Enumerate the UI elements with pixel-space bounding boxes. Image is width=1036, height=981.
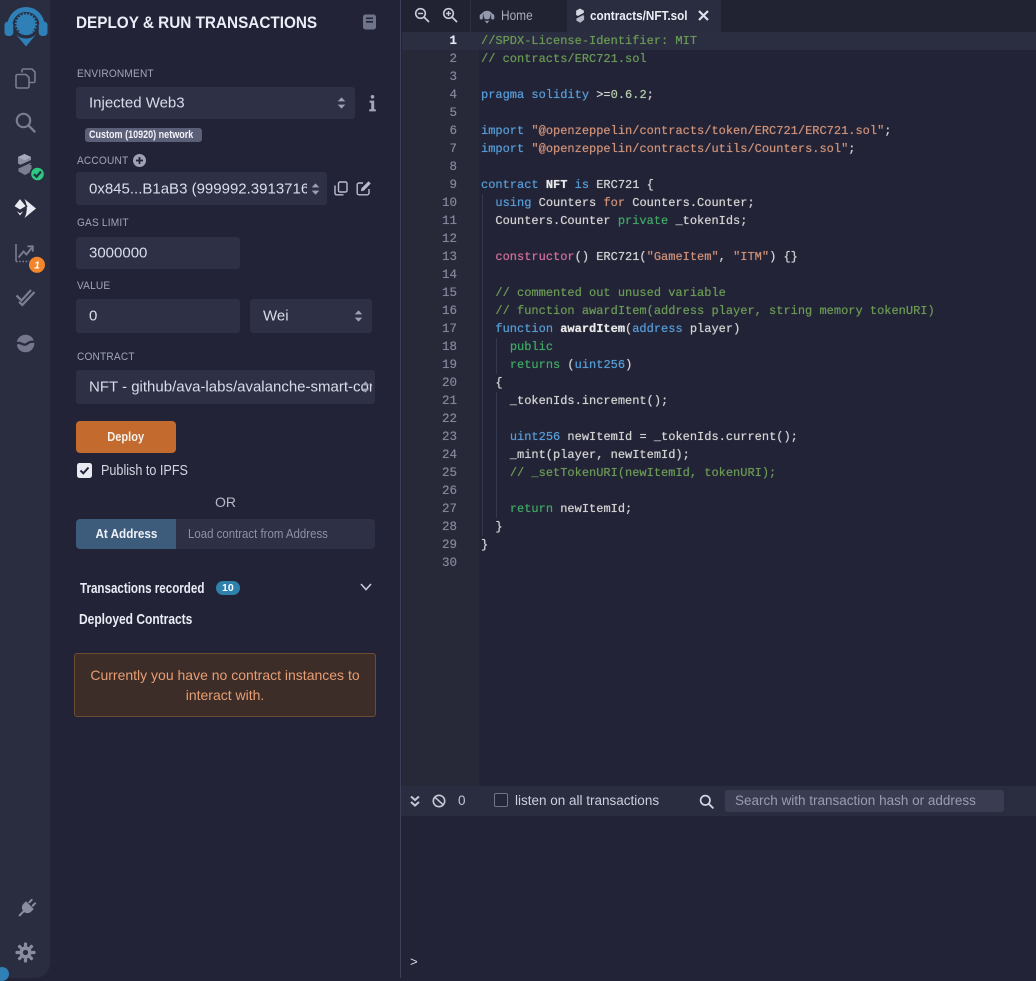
svg-text:1: 1	[34, 260, 40, 271]
